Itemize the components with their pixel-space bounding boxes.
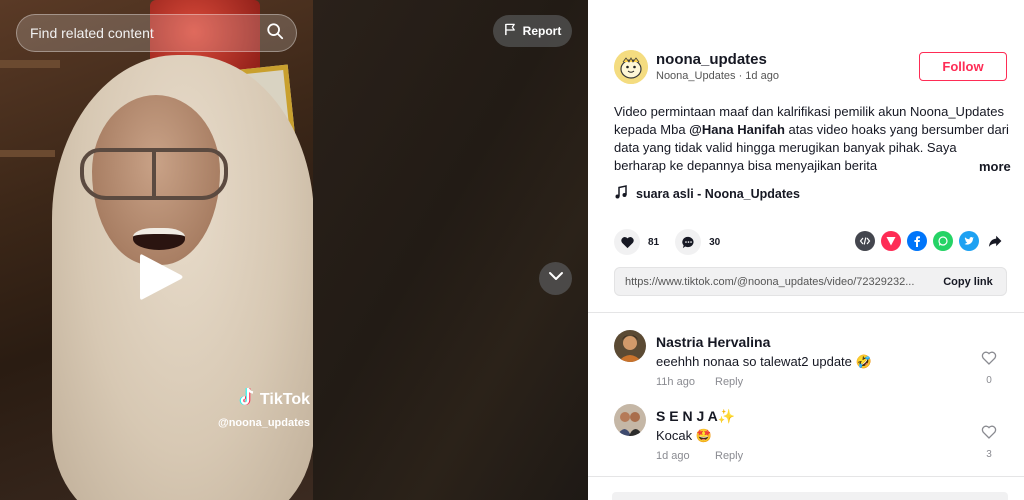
watermark-username: @noona_updates <box>217 417 310 429</box>
comment-like-button[interactable]: 3 <box>981 424 997 460</box>
comment-button[interactable]: 30 <box>675 229 720 255</box>
reply-button[interactable]: Reply <box>715 376 743 388</box>
caption-mention-link[interactable]: @Hana Hanifah <box>689 122 785 137</box>
video-background-blur <box>313 0 588 500</box>
embed-icon[interactable] <box>855 231 875 251</box>
comment-like-count: 0 <box>986 375 992 386</box>
person-glasses <box>80 148 228 200</box>
share-icons-row <box>855 231 1005 251</box>
comment-count: 30 <box>709 236 721 248</box>
copy-link-button[interactable]: Copy link <box>930 268 1006 295</box>
play-icon[interactable] <box>137 251 185 303</box>
search-placeholder: Find related content <box>30 25 154 41</box>
comment-icon[interactable] <box>675 229 702 255</box>
commenter-avatar[interactable] <box>614 404 646 436</box>
facebook-icon[interactable] <box>907 231 927 251</box>
post-date: 1d ago <box>745 70 779 82</box>
video-player[interactable]: Find related content Report TikTok @noon… <box>0 0 588 500</box>
send-to-friends-icon[interactable] <box>881 231 901 251</box>
tiktok-logo-icon <box>239 387 257 412</box>
shelf-decoration <box>0 60 60 68</box>
author-avatar[interactable] <box>614 50 648 84</box>
comment-text: eeehhh nonaa so talewat2 update 🤣 <box>656 354 872 369</box>
commenter-name[interactable]: S E N J A✨ <box>656 408 735 425</box>
report-button[interactable]: Report <box>493 15 572 47</box>
separator: · <box>735 70 746 82</box>
watermark-logo-text: TikTok <box>259 390 310 408</box>
commenter-name[interactable]: Nastria Hervalina <box>656 334 770 350</box>
heart-outline-icon[interactable] <box>981 351 997 370</box>
shelf-decoration <box>0 150 55 157</box>
comment-like-count: 3 <box>986 449 992 460</box>
comment-time: 1d ago <box>656 450 690 462</box>
comment-like-button[interactable]: 0 <box>981 350 997 386</box>
section-divider <box>588 312 1024 313</box>
next-video-button[interactable] <box>539 262 572 295</box>
like-button[interactable]: 81 <box>614 229 659 255</box>
author-username[interactable]: noona_updates <box>656 51 767 68</box>
twitter-icon[interactable] <box>959 231 979 251</box>
chevron-down-icon <box>548 268 564 289</box>
music-label: suara asli - Noona_Updates <box>636 186 800 201</box>
heart-icon[interactable] <box>614 229 640 255</box>
tiktok-watermark: TikTok @noona_updates <box>214 387 310 429</box>
commenter-avatar[interactable] <box>614 330 646 362</box>
like-count: 81 <box>648 236 660 248</box>
music-note-icon <box>614 185 628 202</box>
reply-button[interactable]: Reply <box>715 450 743 462</box>
engagement-actions: 81 30 <box>614 229 736 255</box>
caption-more-button[interactable]: more <box>971 159 1011 174</box>
search-icon[interactable] <box>266 22 284 45</box>
comment-text: Kocak 🤩 <box>656 428 712 443</box>
follow-button[interactable]: Follow <box>919 52 1007 81</box>
share-arrow-icon[interactable] <box>985 231 1005 251</box>
add-comment-bar[interactable] <box>612 492 1008 500</box>
flag-icon <box>504 23 517 39</box>
video-caption: Video permintaan maaf dan kalrifikasi pe… <box>614 103 1010 175</box>
music-link[interactable]: suara asli - Noona_Updates <box>614 185 800 202</box>
search-input[interactable]: Find related content <box>16 14 297 52</box>
comment-time: 11h ago <box>656 376 695 388</box>
video-details-panel: noona_updates Noona_Updates · 1d ago Fol… <box>588 0 1024 500</box>
report-label: Report <box>522 24 562 38</box>
share-link-box: https://www.tiktok.com/@noona_updates/vi… <box>614 267 1007 296</box>
author-display-name[interactable]: Noona_Updates <box>656 70 736 82</box>
author-subline: Noona_Updates · 1d ago <box>656 70 779 82</box>
section-divider <box>588 476 1024 477</box>
share-link-url[interactable]: https://www.tiktok.com/@noona_updates/vi… <box>615 276 930 288</box>
person-mouth <box>133 228 185 250</box>
heart-outline-icon[interactable] <box>981 425 997 444</box>
whatsapp-icon[interactable] <box>933 231 953 251</box>
